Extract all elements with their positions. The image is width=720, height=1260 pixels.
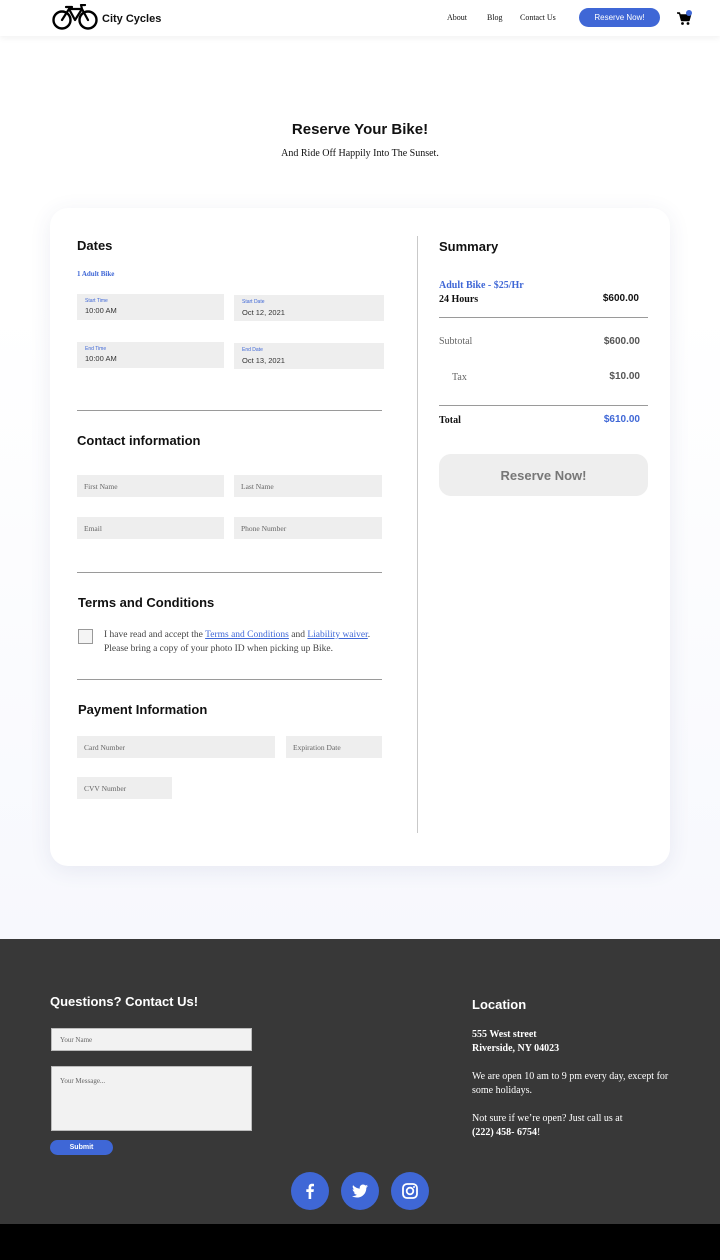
end-time-label: End Time bbox=[85, 346, 107, 352]
twitter-link[interactable] bbox=[341, 1172, 379, 1210]
cvv-input[interactable] bbox=[77, 777, 172, 799]
contact-title: Contact information bbox=[77, 433, 201, 448]
bicycle-icon bbox=[52, 4, 98, 30]
subtotal-value: $600.00 bbox=[603, 336, 640, 347]
end-date-field[interactable]: End Date Oct 13, 2021 bbox=[234, 343, 384, 369]
call-text: Not sure if we’re open? Just call us at bbox=[472, 1113, 623, 1124]
start-time-field[interactable]: Start Time 10:00 AM bbox=[77, 294, 224, 320]
divider bbox=[439, 405, 648, 406]
terms-text-part: and bbox=[288, 630, 308, 640]
total-value: $610.00 bbox=[603, 414, 640, 425]
last-name-input[interactable] bbox=[234, 475, 382, 497]
page-subtitle: And Ride Off Happily Into The Sunset. bbox=[281, 148, 439, 159]
start-date-field[interactable]: Start Date Oct 12, 2021 bbox=[234, 295, 384, 321]
start-time-value: 10:00 AM bbox=[85, 306, 117, 315]
nav-blog[interactable]: Blog bbox=[487, 13, 503, 22]
divider bbox=[77, 572, 382, 573]
start-time-label: Start Time bbox=[85, 298, 108, 304]
call-info: Not sure if we’re open? Just call us at … bbox=[472, 1112, 672, 1140]
end-date-label: End Date bbox=[242, 347, 263, 353]
summary-item-name: Adult Bike - $25/Hr bbox=[439, 280, 524, 291]
subtotal-label: Subtotal bbox=[439, 336, 473, 347]
opening-hours: We are open 10 am to 9 pm every day, exc… bbox=[472, 1071, 669, 1096]
column-divider bbox=[417, 236, 418, 833]
facebook-link[interactable] bbox=[291, 1172, 329, 1210]
dates-title: Dates bbox=[77, 238, 113, 253]
terms-link[interactable]: Terms and Conditions bbox=[205, 630, 289, 640]
terms-title: Terms and Conditions bbox=[78, 595, 215, 610]
email-input[interactable] bbox=[77, 517, 224, 539]
phone-number[interactable]: (222) 458- 6754 bbox=[472, 1127, 537, 1138]
tax-value: $10.00 bbox=[609, 371, 640, 382]
expiration-date-input[interactable] bbox=[286, 736, 382, 758]
reserve-now-button[interactable]: Reserve Now! bbox=[439, 454, 648, 496]
start-date-label: Start Date bbox=[242, 299, 265, 305]
end-time-field[interactable]: End Time 10:00 AM bbox=[77, 342, 224, 368]
terms-text: I have read and accept the Terms and Con… bbox=[104, 628, 374, 656]
bike-count-label: 1 Adult Bike bbox=[77, 270, 115, 278]
instagram-link[interactable] bbox=[391, 1172, 429, 1210]
divider bbox=[77, 410, 382, 411]
facebook-icon bbox=[306, 1183, 314, 1199]
liability-waiver-link[interactable]: Liability waiver bbox=[307, 630, 367, 640]
footer-submit-button[interactable]: Submit bbox=[50, 1140, 113, 1155]
summary-item-duration: 24 Hours bbox=[439, 294, 479, 305]
end-date-value: Oct 13, 2021 bbox=[242, 356, 285, 365]
card-number-input[interactable] bbox=[77, 736, 275, 758]
header-reserve-button[interactable]: Reserve Now! bbox=[579, 8, 660, 27]
tax-label: Tax bbox=[452, 372, 467, 383]
address: 555 West street Riverside, NY 04023 bbox=[472, 1028, 672, 1056]
start-date-value: Oct 12, 2021 bbox=[242, 308, 285, 317]
terms-checkbox[interactable] bbox=[78, 629, 93, 644]
total-label: Total bbox=[439, 415, 461, 426]
end-time-value: 10:00 AM bbox=[85, 354, 117, 363]
brand-logo[interactable]: City Cycles bbox=[52, 4, 161, 31]
cart-badge bbox=[686, 10, 692, 16]
page-title: Reserve Your Bike! bbox=[291, 121, 429, 138]
twitter-icon bbox=[352, 1184, 368, 1198]
summary-title: Summary bbox=[439, 239, 499, 254]
address-line-1: 555 West street bbox=[472, 1029, 537, 1040]
nav-contact-us[interactable]: Contact Us bbox=[520, 13, 556, 22]
first-name-input[interactable] bbox=[77, 475, 224, 497]
address-line-2: Riverside, NY 04023 bbox=[472, 1043, 560, 1054]
footer-contact-title: Questions? Contact Us! bbox=[50, 994, 199, 1009]
footer-message-input[interactable] bbox=[51, 1066, 252, 1131]
payment-title: Payment Information bbox=[78, 702, 208, 717]
terms-text-part: I have read and accept the bbox=[104, 630, 206, 640]
divider bbox=[439, 317, 648, 318]
call-suffix: ! bbox=[537, 1127, 541, 1138]
instagram-icon bbox=[402, 1183, 418, 1199]
divider bbox=[77, 679, 382, 680]
summary-item-price: $600.00 bbox=[602, 293, 639, 304]
footer-location-title: Location bbox=[472, 997, 527, 1012]
nav-about[interactable]: About bbox=[447, 13, 467, 22]
footer-name-input[interactable] bbox=[51, 1028, 252, 1051]
site-header: City Cycles About Blog Contact Us Reserv… bbox=[0, 0, 720, 36]
footer-bottom-bar bbox=[0, 1224, 720, 1260]
phone-input[interactable] bbox=[234, 517, 382, 539]
brand-name: City Cycles bbox=[102, 13, 162, 25]
